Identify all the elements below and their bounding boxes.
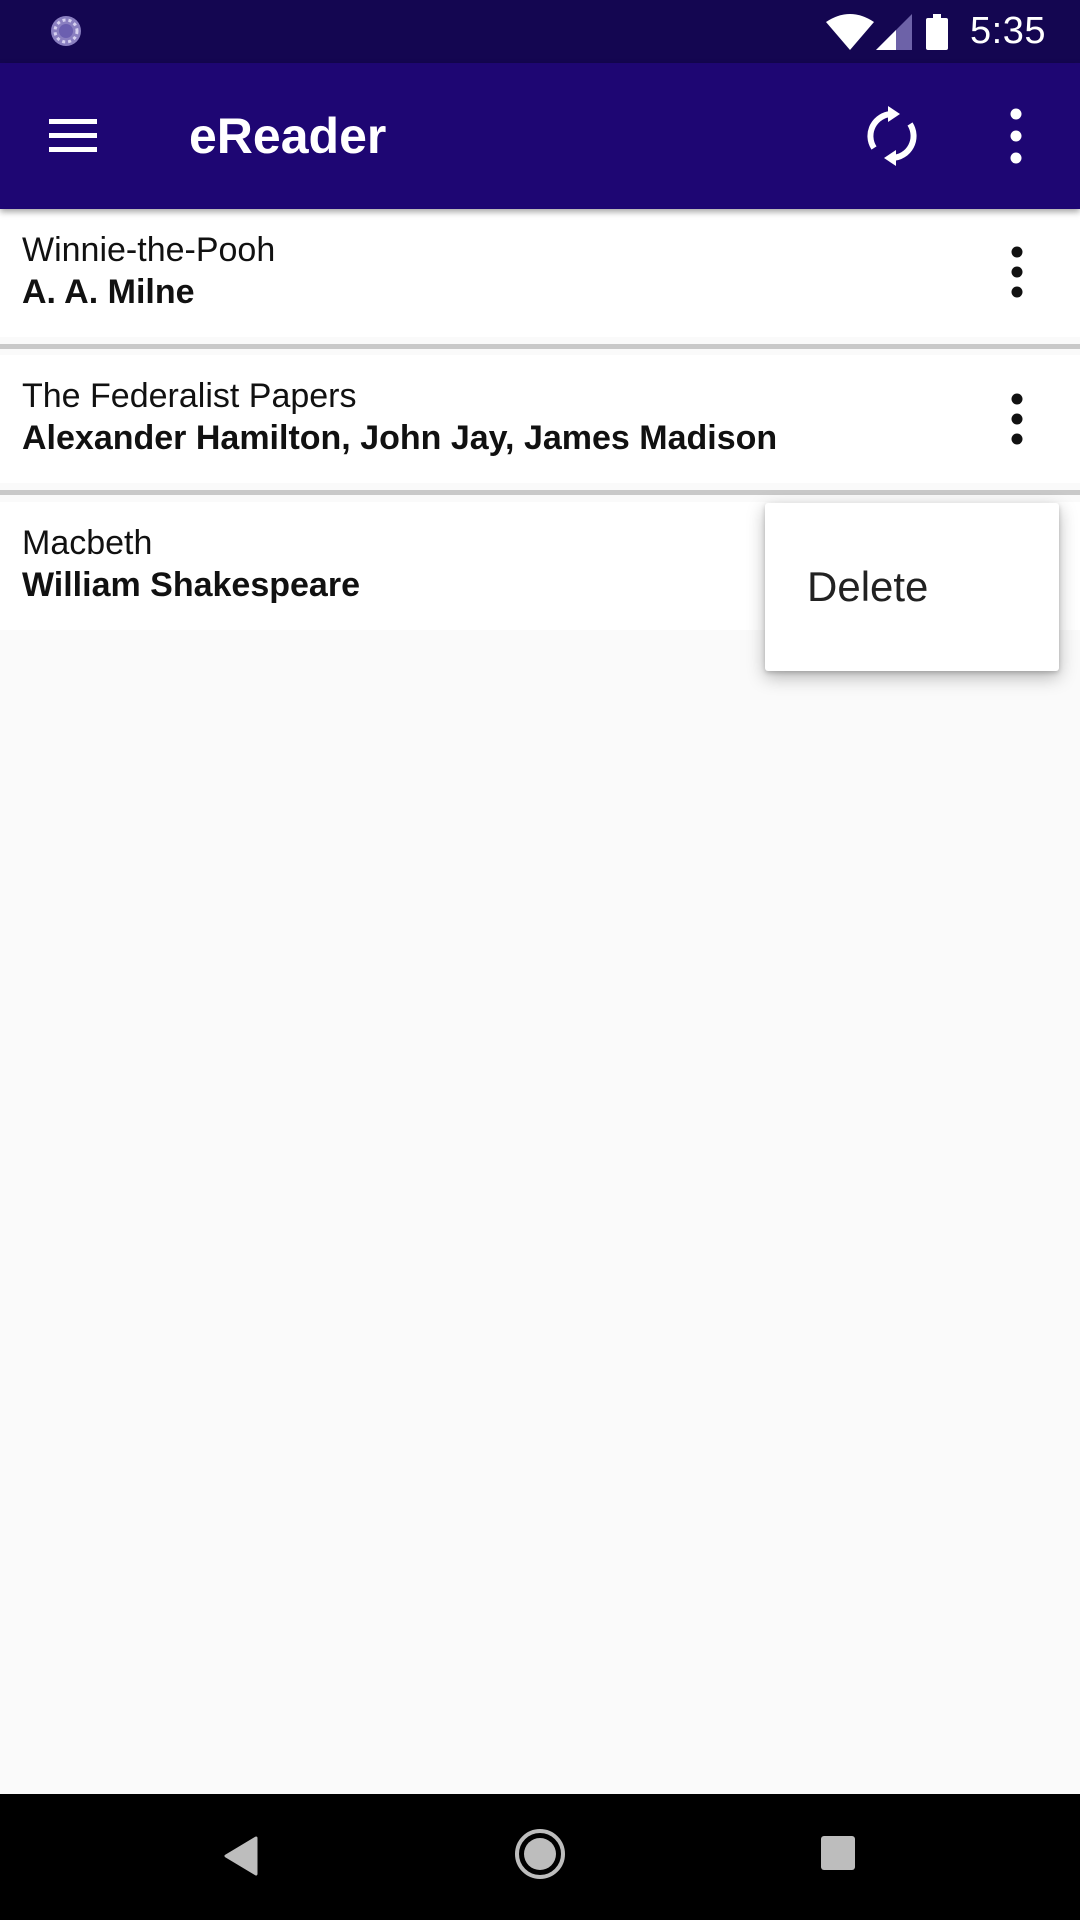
book-title: Macbeth <box>22 524 153 562</box>
back-icon[interactable] <box>222 1834 260 1878</box>
book-card[interactable]: The Federalist Papers Alexander Hamilton… <box>0 355 1080 483</box>
divider <box>0 344 1080 349</box>
book-texts: The Federalist Papers Alexander Hamilton… <box>22 375 777 459</box>
loading-indicator-icon <box>51 16 81 46</box>
book-texts: Macbeth William Shakespeare <box>22 522 360 606</box>
book-title: Winnie-the-Pooh <box>22 231 276 269</box>
book-title: The Federalist Papers <box>22 377 357 415</box>
book-texts: Winnie-the-Pooh A. A. Milne <box>22 229 275 313</box>
book-author: Alexander Hamilton, John Jay, James Madi… <box>22 419 778 457</box>
menu-icon[interactable] <box>40 107 106 163</box>
status-bar: 5:35 <box>0 0 1080 63</box>
status-icons: 5:35 <box>826 0 1046 63</box>
app-title: eReader <box>189 108 387 164</box>
book-card[interactable]: Winnie-the-Pooh A. A. Milne <box>0 209 1080 337</box>
navigation-bar <box>0 1794 1080 1920</box>
battery-icon <box>926 13 949 50</box>
delete-menu-item[interactable]: Delete <box>765 503 1059 671</box>
divider <box>0 490 1080 495</box>
wifi-icon <box>826 13 875 50</box>
recents-icon[interactable] <box>820 1835 856 1871</box>
book-author: A. A. Milne <box>22 273 195 311</box>
popup-menu: Delete <box>765 503 1059 671</box>
more-vert-icon[interactable] <box>996 103 1036 169</box>
sync-icon[interactable] <box>862 106 922 166</box>
status-time: 5:35 <box>970 10 1046 52</box>
cell-signal-icon <box>876 13 913 50</box>
more-vert-icon[interactable] <box>997 244 1037 300</box>
more-vert-icon[interactable] <box>997 391 1037 447</box>
home-icon[interactable] <box>514 1828 566 1880</box>
book-author: William Shakespeare <box>22 566 360 604</box>
app-bar: eReader <box>0 63 1080 209</box>
